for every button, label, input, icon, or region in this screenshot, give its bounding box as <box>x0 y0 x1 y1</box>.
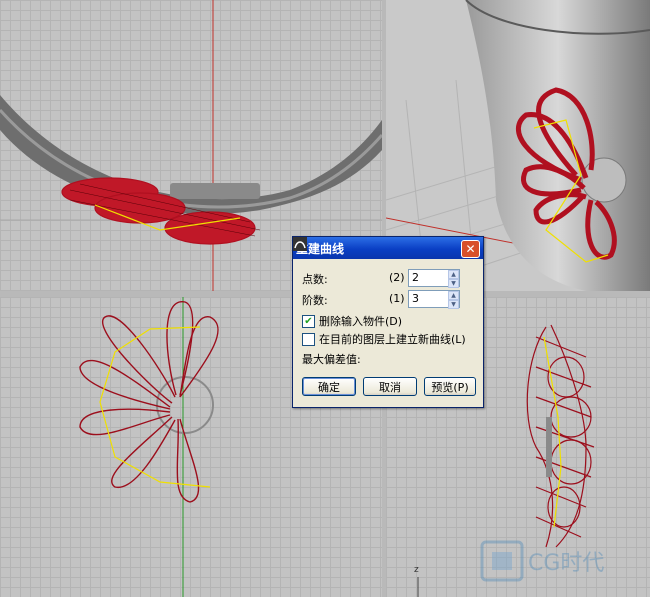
current-layer-label: 在目前的图层上建立新曲线(L) <box>319 333 466 346</box>
rebuild-curve-icon <box>293 237 307 251</box>
delete-input-label: 删除输入物件(D) <box>319 315 403 328</box>
ok-button[interactable]: 确定 <box>302 377 356 396</box>
points-down-icon[interactable]: ▼ <box>448 279 459 288</box>
close-button[interactable]: ✕ <box>461 240 480 258</box>
points-up-icon[interactable]: ▲ <box>448 270 459 279</box>
degree-value[interactable]: 3 <box>412 292 419 305</box>
close-icon: ✕ <box>465 242 476 256</box>
degree-up-icon[interactable]: ▲ <box>448 291 459 300</box>
points-stepper[interactable]: 2 ▲ ▼ <box>408 269 460 288</box>
watermark-text: CG时代 <box>528 551 604 576</box>
preview-button[interactable]: 预览(P) <box>424 377 476 396</box>
degree-down-icon[interactable]: ▼ <box>448 300 459 309</box>
checkbox-icon[interactable] <box>302 332 315 346</box>
watermark: CG时代 <box>480 540 604 582</box>
degree-stepper[interactable]: 3 ▲ ▼ <box>408 290 460 309</box>
degree-label: 阶数: <box>302 294 328 307</box>
points-label: 点数: <box>302 273 328 286</box>
degree-hint: (1) <box>389 292 405 305</box>
check-icon[interactable]: ✔ <box>302 314 315 328</box>
axis-z-label: z <box>414 565 419 575</box>
max-deviation-label: 最大偏差值: <box>302 353 361 366</box>
points-value[interactable]: 2 <box>412 271 419 284</box>
cancel-button[interactable]: 取消 <box>363 377 417 396</box>
points-hint: (2) <box>389 271 405 284</box>
rebuild-curve-dialog: 重建曲线 ✕ 点数: (2) 2 ▲ ▼ 阶数: (1) 3 ▲ ▼ ✔ 删除输… <box>292 236 484 408</box>
dialog-titlebar[interactable]: 重建曲线 <box>293 237 483 259</box>
delete-input-checkbox[interactable]: ✔ 删除输入物件(D) <box>302 313 402 329</box>
current-layer-checkbox[interactable]: 在目前的图层上建立新曲线(L) <box>302 331 466 347</box>
